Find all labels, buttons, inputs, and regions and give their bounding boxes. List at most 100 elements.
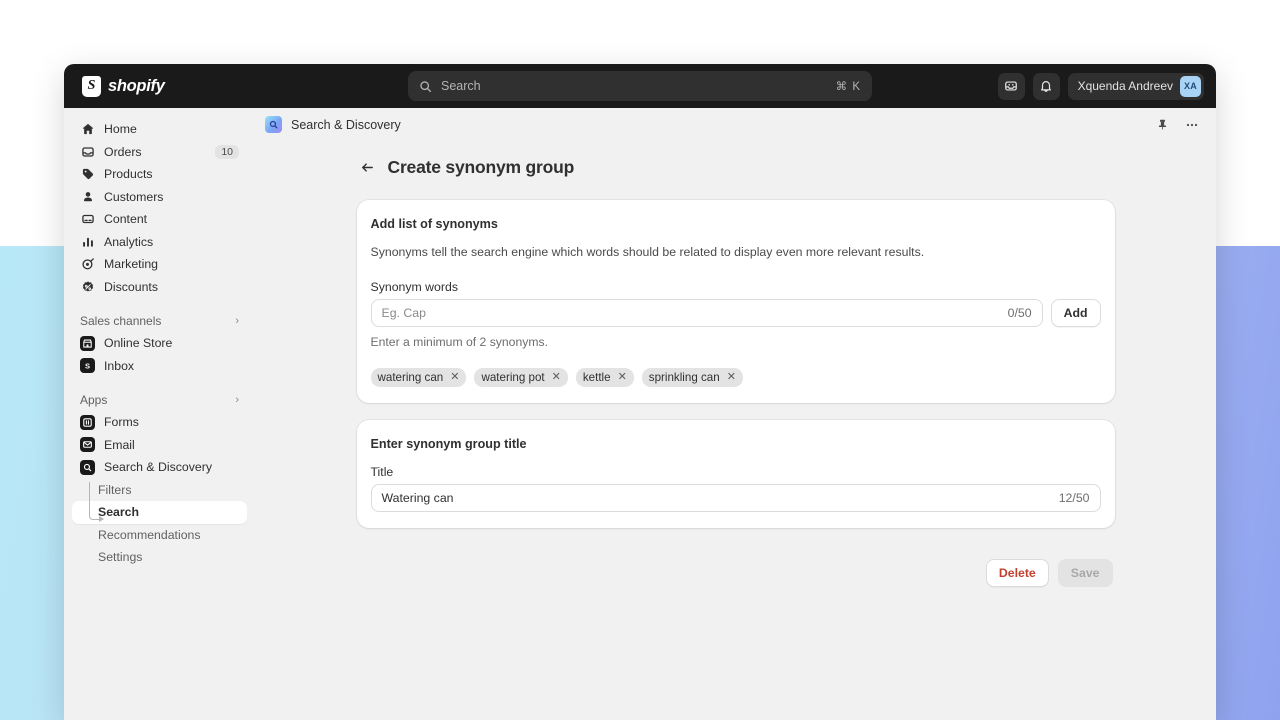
synonym-input-placeholder: Eg. Cap [382,306,1008,320]
search-discovery-app-icon [80,460,95,475]
sidebar-item-label: Marketing [104,257,158,271]
delete-button[interactable]: Delete [986,559,1049,587]
user-menu[interactable]: Xquenda Andreev XA [1068,73,1204,100]
search-shortcut: ⌘ K [836,79,861,93]
sidebar-item-analytics[interactable]: Analytics [72,231,247,254]
page-actions: Delete Save [357,559,1115,587]
sidebar-item-home[interactable]: Home [72,118,247,141]
sidebar-item-label: Orders [104,145,142,159]
global-search-input[interactable]: Search ⌘ K [408,71,872,101]
title-input-value: Watering can [382,491,1059,505]
close-icon[interactable]: ✕ [727,372,736,383]
sidebar-item-label: Filters [98,483,131,497]
page-scroll-area: Create synonym group Add list of synonym… [255,141,1216,720]
sidebar-group-apps[interactable]: Apps › [72,389,247,411]
sidebar-item-customers[interactable]: Customers [72,186,247,209]
sidebar-item-orders[interactable]: Orders 10 [72,141,247,164]
sidebar-group-label: Sales channels [80,314,161,328]
sidebar-item-forms[interactable]: Forms [72,411,247,434]
avatar: XA [1180,76,1201,97]
close-icon[interactable]: ✕ [552,372,561,383]
app-window: shopify Search ⌘ K [64,64,1216,720]
sidebar-item-label: Inbox [104,359,134,373]
global-topbar: shopify Search ⌘ K [64,64,1216,108]
orders-badge: 10 [215,145,239,159]
sidebar-item-label: Customers [104,190,163,204]
sidebar-item-search-and-discovery[interactable]: Search & Discovery [72,456,247,479]
sidebar-item-marketing[interactable]: Marketing [72,253,247,276]
synonym-input-counter: 0/50 [1008,306,1032,320]
customers-person-icon [80,189,95,204]
pin-icon[interactable] [1154,116,1171,133]
app-title: Search & Discovery [291,118,401,132]
email-app-icon [80,437,95,452]
main-content: Search & Discovery [255,108,1216,720]
app-bar-actions [1154,116,1200,133]
sidebar-item-email[interactable]: Email [72,434,247,457]
sidebar-item-label: Forms [104,415,139,429]
sidebar-item-label: Home [104,122,137,136]
svg-text:S: S [85,362,90,371]
sidebar-item-inbox[interactable]: S Inbox [72,355,247,378]
sidebar-group-sales-channels[interactable]: Sales channels › [72,310,247,332]
topbar-actions: Xquenda Andreev XA [998,73,1204,100]
store-icon [80,336,95,351]
marketing-target-icon [80,257,95,272]
close-icon[interactable]: ✕ [618,372,627,383]
sidebar-item-settings[interactable]: Settings [72,546,247,569]
sidebar-item-online-store[interactable]: Online Store [72,332,247,355]
create-synonym-group-page: Create synonym group Add list of synonym… [357,141,1115,587]
list-item[interactable]: watering can ✕ [371,368,467,387]
active-item-connector-line [89,482,103,520]
sidebar-item-label: Discounts [104,280,158,294]
sidebar-item-label: Settings [98,550,142,564]
add-synonyms-card: Add list of synonyms Synonyms tell the s… [357,200,1115,403]
tag-label: sprinkling can [649,371,720,384]
sidebar-item-label: Recommendations [98,528,201,542]
close-icon[interactable]: ✕ [450,372,459,383]
window-body: Home Orders 10 Products [64,108,1216,720]
list-item[interactable]: kettle ✕ [576,368,634,387]
sidebar-item-label: Content [104,212,147,226]
synonym-title-card: Enter synonym group title Title Watering… [357,420,1115,528]
sidebar-item-products[interactable]: Products [72,163,247,186]
add-synonym-button[interactable]: Add [1051,299,1101,327]
app-context-bar: Search & Discovery [255,108,1216,141]
sidebar-item-label: Online Store [104,336,172,350]
card-title: Add list of synonyms [371,217,1101,231]
user-name: Xquenda Andreev [1078,79,1173,93]
sidebar-item-label: Analytics [104,235,153,249]
inbox-icon[interactable] [998,73,1025,100]
synonym-words-input[interactable]: Eg. Cap 0/50 [371,299,1043,327]
ellipsis-icon[interactable] [1183,116,1200,133]
content-icon [80,212,95,227]
synonym-input-row: Eg. Cap 0/50 Add [371,299,1101,327]
arrow-left-icon[interactable] [359,159,376,176]
title-input[interactable]: Watering can 12/50 [371,484,1101,512]
page-title: Create synonym group [388,157,575,178]
sidebar-item-content[interactable]: Content [72,208,247,231]
search-discovery-app-icon [265,116,282,133]
sidebar-item-label: Email [104,438,135,452]
chevron-right-icon: › [235,394,239,406]
bell-icon[interactable] [1033,73,1060,100]
sidebar-item-discounts[interactable]: Discounts [72,276,247,299]
orders-icon [80,144,95,159]
analytics-bars-icon [80,234,95,249]
forms-app-icon [80,415,95,430]
save-button[interactable]: Save [1058,559,1113,587]
main-sidebar: Home Orders 10 Products [64,108,255,720]
tag-label: watering can [378,371,444,384]
synonym-tag-list: watering can ✕ watering pot ✕ kettle ✕ [371,368,1101,387]
sidebar-item-label: Search & Discovery [104,460,212,474]
search-placeholder: Search [441,79,827,93]
list-item[interactable]: sprinkling can ✕ [642,368,743,387]
products-tag-icon [80,167,95,182]
sidebar-group-label: Apps [80,393,107,407]
page-header: Create synonym group [357,157,1115,178]
sidebar-item-recommendations[interactable]: Recommendations [72,524,247,547]
title-label: Title [371,465,1101,479]
list-item[interactable]: watering pot ✕ [474,368,567,387]
shopify-logo[interactable]: shopify [76,76,165,97]
sidebar-item-label: Search [98,505,139,519]
